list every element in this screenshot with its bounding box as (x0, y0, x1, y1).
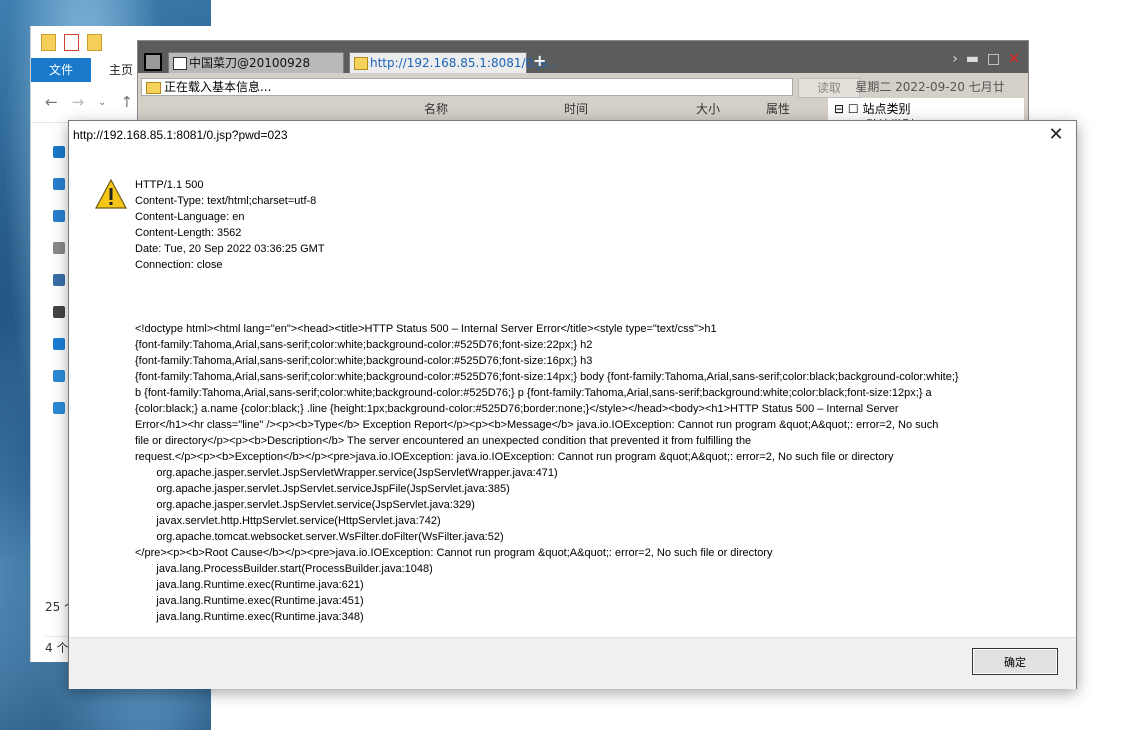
properties-icon[interactable] (64, 33, 79, 51)
http-response-dialog: http://192.168.85.1:8081/0.jsp?pwd=023 ✕… (68, 120, 1077, 689)
ok-button[interactable]: 确定 (972, 648, 1058, 675)
close-icon[interactable]: ✕ (1046, 125, 1066, 145)
recent-chevron-icon[interactable]: ⌄ (98, 97, 106, 108)
back-arrow-icon[interactable]: ← (45, 93, 58, 111)
music-icon[interactable] (53, 306, 65, 318)
pictures-icon[interactable] (53, 274, 65, 286)
tree-node-root[interactable]: ⊟ ☐ 站点类别 (834, 100, 910, 117)
navigation-pane (53, 146, 69, 434)
quick-access-icon[interactable] (53, 146, 65, 158)
app-icon (144, 53, 162, 71)
tab-target-url-label: http://192.168.85.1:8081/0.js... (370, 56, 559, 70)
forward-arrow-icon[interactable]: → (72, 93, 85, 111)
network-icon[interactable] (53, 402, 65, 414)
column-attr[interactable]: 属性 (766, 99, 790, 119)
close-icon[interactable]: ✕ (1008, 51, 1020, 67)
up-arrow-icon[interactable]: ↑ (121, 93, 134, 111)
onedrive-icon[interactable] (53, 338, 65, 350)
folder-icon[interactable] (41, 33, 56, 51)
page-icon (173, 57, 187, 70)
tab-caidao[interactable]: 中国菜刀@20100928 (168, 52, 344, 73)
folder-icon (146, 82, 161, 94)
folder-icon (354, 57, 368, 70)
dialog-title: http://192.168.85.1:8081/0.jsp?pwd=023 (73, 128, 288, 142)
tab-caidao-label: 中国菜刀@20100928 (189, 56, 311, 70)
tab-target-url[interactable]: http://192.168.85.1:8081/0.js... (349, 52, 558, 73)
minimize-icon[interactable]: ▬ (966, 51, 979, 67)
dialog-footer: 确定 (69, 637, 1076, 689)
file-list-header: 名称 时间 大小 属性 (141, 99, 823, 119)
new-folder-icon[interactable] (87, 33, 102, 51)
response-message: HTTP/1.1 500 Content-Type: text/html;cha… (135, 177, 1050, 625)
column-size[interactable]: 大小 (696, 99, 720, 119)
warning-icon (95, 179, 127, 209)
caidao-titlebar: 中国菜刀@20100928 http://192.168.85.1:8081/0… (138, 41, 1028, 73)
column-time[interactable]: 时间 (564, 99, 588, 119)
address-bar[interactable]: 正在载入基本信息... (141, 78, 793, 96)
response-body: <!doctype html><html lang="en"><head><ti… (135, 323, 959, 623)
address-text: 正在载入基本信息... (164, 80, 272, 94)
new-tab-button[interactable]: + (533, 51, 546, 70)
response-headers: HTTP/1.1 500 Content-Type: text/html;cha… (135, 179, 325, 271)
documents-icon[interactable] (53, 242, 65, 254)
this-pc-icon[interactable] (53, 370, 65, 382)
dialog-body: HTTP/1.1 500 Content-Type: text/html;cha… (69, 159, 1076, 637)
maximize-icon[interactable]: □ (987, 51, 1000, 67)
column-name[interactable]: 名称 (424, 99, 448, 119)
chevron-right-icon[interactable]: › (952, 51, 958, 67)
window-controls: › ▬ □ ✕ (952, 51, 1020, 67)
tree-root-label: 站点类别 (862, 102, 911, 116)
desktop-icon[interactable] (53, 178, 65, 190)
tab-file[interactable]: 文件 (31, 58, 91, 82)
downloads-icon[interactable] (53, 210, 65, 222)
